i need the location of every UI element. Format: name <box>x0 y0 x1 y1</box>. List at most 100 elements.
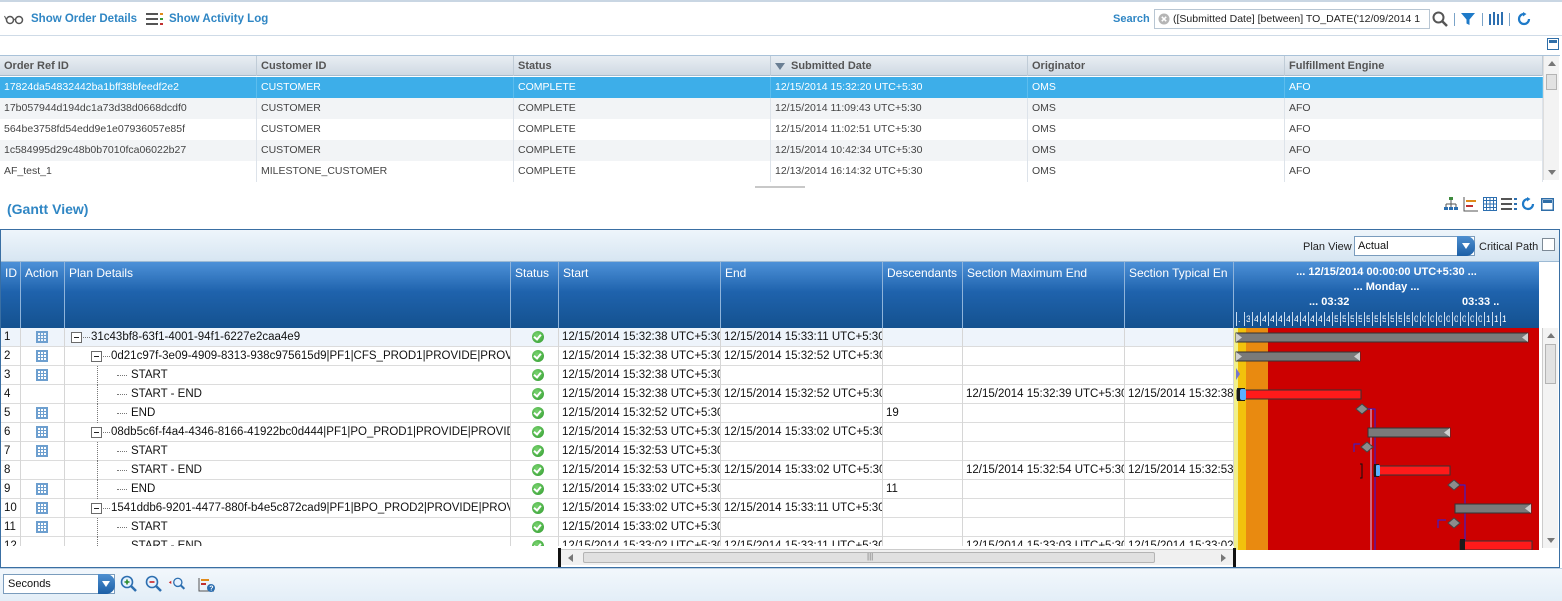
order-row[interactable]: AF_test_1 MILESTONE_CUSTOMER COMPLETE 12/13… <box>0 161 1543 182</box>
chevron-down-icon[interactable] <box>98 574 115 594</box>
critical-path-checkbox[interactable] <box>1542 238 1555 251</box>
zoom-in-icon[interactable] <box>120 575 138 593</box>
scroll-left-icon[interactable] <box>568 554 573 562</box>
refresh-gantt-icon[interactable] <box>1521 197 1535 211</box>
filter-icon[interactable] <box>1460 11 1476 27</box>
column-header-fulfillment-engine[interactable]: Fulfillment Engine <box>1285 56 1543 76</box>
show-activity-log-button[interactable]: Show Activity Log <box>146 11 268 27</box>
gantt-row[interactable]: 12 START - END 12/15/2014 15:33:02 UTC+5:3… <box>1 537 1234 546</box>
action-grid-icon[interactable] <box>36 502 48 514</box>
cell-section-typical-end <box>1125 404 1234 423</box>
chevron-down-icon[interactable] <box>1457 236 1475 256</box>
list-icon[interactable] <box>1501 197 1517 211</box>
orders-scrollbar[interactable] <box>1543 56 1559 180</box>
gantt-bar-row-8[interactable] <box>1373 464 1451 477</box>
column-header-id[interactable]: ID <box>1 262 21 328</box>
gantt-bar-row-4[interactable] <box>1236 388 1362 401</box>
action-grid-icon[interactable] <box>36 331 48 343</box>
panel-splitter-handle[interactable] <box>755 186 805 188</box>
column-header-descendants[interactable]: Descendants <box>883 262 963 328</box>
column-header-action[interactable]: Action <box>21 262 65 328</box>
chart-icon[interactable] <box>1463 196 1479 212</box>
tree-collapse-icon[interactable] <box>91 427 102 438</box>
tree-collapse-icon[interactable] <box>71 332 82 343</box>
column-header-originator[interactable]: Originator <box>1028 56 1285 76</box>
gantt-row[interactable]: 8 START - END 12/15/2014 15:32:53 UTC+5:30… <box>1 461 1234 480</box>
gantt-row[interactable]: 7 START 12/15/2014 15:32:53 UTC+5:30 <box>1 442 1234 461</box>
gantt-row[interactable]: 1 31c43bf8-63f1-4001-94f1-6227e2caa4e9 12/… <box>1 328 1234 347</box>
gantt-row[interactable]: 3 START 12/15/2014 15:32:38 UTC+5:30 <box>1 366 1234 385</box>
gantt-row[interactable]: 11 START 12/15/2014 15:33:02 UTC+5:30 <box>1 518 1234 537</box>
scroll-down-icon[interactable] <box>1548 170 1556 175</box>
gantt-bar-row-1[interactable] <box>1235 332 1529 343</box>
gantt-milestone-row-9[interactable] <box>1447 479 1461 491</box>
scroll-up-icon[interactable] <box>1547 333 1555 338</box>
column-header-plan-details[interactable]: Plan Details <box>65 262 511 328</box>
scroll-up-icon[interactable] <box>1548 61 1556 66</box>
gantt-row[interactable]: 6 08db5c6f-f4a4-4346-8166-41922bc0d444|PF… <box>1 423 1234 442</box>
timeline-second-tick: 1 <box>1500 312 1506 326</box>
tree-collapse-icon[interactable] <box>91 503 102 514</box>
gantt-help-icon[interactable]: ? <box>198 575 216 593</box>
gantt-view-title: (Gantt View) <box>7 201 89 217</box>
scroll-right-icon[interactable] <box>1221 554 1226 562</box>
refresh-icon[interactable] <box>1516 11 1532 27</box>
search-field[interactable] <box>1154 9 1430 29</box>
timeline-day: ... Monday ... <box>1353 281 1420 293</box>
gantt-row[interactable]: 4 START - END 12/15/2014 15:32:38 UTC+5:30… <box>1 385 1234 404</box>
zoom-fit-icon[interactable] <box>168 575 186 593</box>
column-header-section-maximum-end[interactable]: Section Maximum End <box>963 262 1125 328</box>
column-header-customer-id[interactable]: Customer ID <box>257 56 514 76</box>
gantt-bar-row-2[interactable] <box>1235 351 1361 362</box>
gantt-bar-row-10[interactable] <box>1454 503 1532 514</box>
action-grid-icon[interactable] <box>36 407 48 419</box>
gantt-row[interactable]: 10 1541ddb6-9201-4477-880f-b4e5c872cad9|P… <box>1 499 1234 518</box>
gantt-milestone-row-3[interactable] <box>1236 368 1240 380</box>
gantt-bar-row-6[interactable] <box>1367 427 1451 438</box>
gantt-horizontal-scrollbar[interactable]: ||| <box>561 549 1233 565</box>
columns-icon[interactable] <box>1488 11 1504 27</box>
tree-collapse-icon[interactable] <box>91 351 102 362</box>
search-input[interactable] <box>1173 13 1427 25</box>
column-header-status[interactable]: Status <box>514 56 771 76</box>
clear-search-icon[interactable] <box>1155 10 1173 28</box>
maximize-orders-icon[interactable] <box>1547 38 1559 50</box>
order-row[interactable]: 564be3758fd54edd9e1e07936057e85f CUSTOMER… <box>0 119 1543 140</box>
gantt-milestone-row-11[interactable] <box>1447 517 1461 529</box>
gantt-row[interactable]: 9 END 12/15/2014 15:33:02 UTC+5:30 11 <box>1 480 1234 499</box>
column-header-status[interactable]: Status <box>511 262 559 328</box>
scrollbar-thumb[interactable] <box>1545 344 1556 384</box>
zoom-out-icon[interactable] <box>145 575 163 593</box>
column-header-order-ref-id[interactable]: Order Ref ID <box>0 56 257 76</box>
action-grid-icon[interactable] <box>36 350 48 362</box>
column-header-section-typical-end[interactable]: Section Typical En <box>1125 262 1234 328</box>
show-order-details-button[interactable]: Show Order Details <box>4 11 137 27</box>
column-header-start[interactable]: Start <box>559 262 721 328</box>
cell-section-maximum-end <box>963 480 1125 499</box>
search-icon[interactable] <box>1432 11 1448 27</box>
column-header-end[interactable]: End <box>721 262 883 328</box>
action-grid-icon[interactable] <box>36 445 48 457</box>
maximize-gantt-icon[interactable] <box>1541 197 1554 211</box>
action-grid-icon[interactable] <box>36 483 48 495</box>
column-header-submitted-date[interactable]: Submitted Date <box>771 56 1028 76</box>
scrollbar-thumb[interactable] <box>1546 74 1557 90</box>
cell-action <box>21 385 65 404</box>
action-grid-icon[interactable] <box>36 426 48 438</box>
gantt-row[interactable]: 5 END 12/15/2014 15:32:52 UTC+5:30 19 <box>1 404 1234 423</box>
time-unit-select[interactable]: Seconds <box>3 574 115 594</box>
grid-icon[interactable] <box>1483 197 1497 211</box>
timeline-split-handle[interactable] <box>1233 548 1236 567</box>
order-row[interactable]: 17824da54832442ba1bff38bfeedf2e2 CUSTOMER… <box>0 77 1543 98</box>
gantt-row[interactable]: 2 0d21c97f-3e09-4909-8313-938c975615d9|PF… <box>1 347 1234 366</box>
gantt-bar-row-12[interactable] <box>1459 539 1533 550</box>
gantt-vertical-scrollbar[interactable] <box>1542 328 1558 548</box>
scroll-down-icon[interactable] <box>1547 538 1555 543</box>
hierarchy-icon[interactable] <box>1443 196 1459 212</box>
order-row[interactable]: 1c584995d29c48b0b7010fca06022b27 CUSTOMER… <box>0 140 1543 161</box>
order-row[interactable]: 17b057944d194dc1a73d38d0668dcdf0 CUSTOMER… <box>0 98 1543 119</box>
action-grid-icon[interactable] <box>36 369 48 381</box>
action-grid-icon[interactable] <box>36 521 48 533</box>
plan-view-select[interactable]: Actual <box>1354 236 1475 256</box>
gantt-milestone-row-5[interactable] <box>1355 403 1369 415</box>
